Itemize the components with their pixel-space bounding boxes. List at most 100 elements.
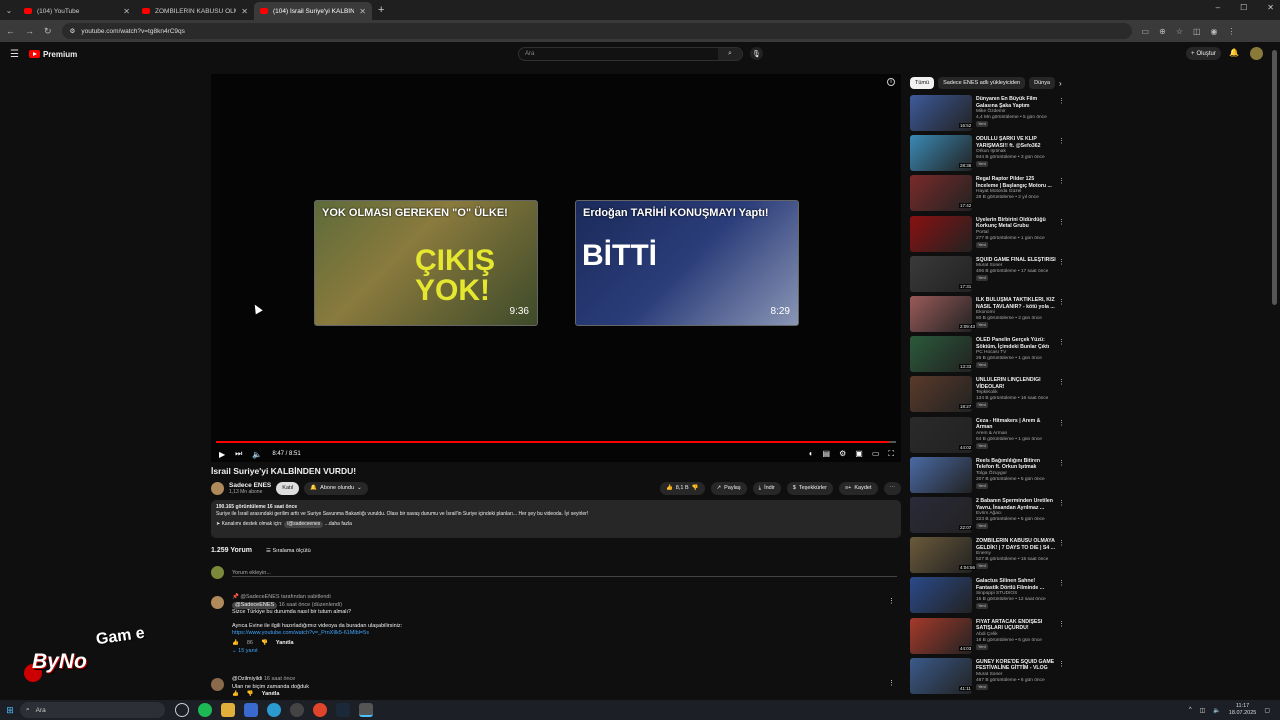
reply-button[interactable]: Yanıtla xyxy=(262,691,280,699)
subtitles-icon[interactable]: ▤ xyxy=(823,449,831,459)
channel-name[interactable]: Sadece ENES xyxy=(229,482,271,489)
bookmark-star-icon[interactable]: ☆ xyxy=(1176,27,1183,36)
related-video-item[interactable]: 16:52 Dünyanın En Büyük Film Galasına Şak… xyxy=(910,95,1065,133)
tray-chevron-icon[interactable]: ^ xyxy=(1189,707,1192,713)
video-menu-icon[interactable]: ⋮ xyxy=(1058,378,1065,386)
search-icon[interactable]: ⌕ xyxy=(718,48,742,60)
store-icon[interactable] xyxy=(244,703,258,717)
video-title[interactable]: FİYAT ARTACAK ENDİŞESİ SATIŞLARI UÇURDU!… xyxy=(976,619,1056,632)
autoplay-toggle[interactable]: ◐ xyxy=(809,449,814,459)
video-title[interactable]: Regal Raptor Pilder 125 İnceleme | Başla… xyxy=(976,176,1056,189)
video-menu-icon[interactable]: ⋮ xyxy=(1058,620,1065,628)
sort-button[interactable]: ☰ Sıralama ölçütü xyxy=(266,548,311,554)
video-menu-icon[interactable]: ⋮ xyxy=(1058,660,1065,668)
next-icon[interactable]: ⏭ xyxy=(235,449,242,459)
endcard-video[interactable]: ÇIKIŞ YOK! YOK OLMASI GEREKEN "O" ÜLKE! 9… xyxy=(314,200,538,326)
close-window-icon[interactable]: ✕ xyxy=(1267,3,1274,12)
video-menu-icon[interactable]: ⋮ xyxy=(1058,419,1065,427)
replies-toggle[interactable]: ⌄ 15 yanıt xyxy=(232,648,872,656)
video-title[interactable]: ÖDÜLLÜ ŞARKI VE KLİP YARIŞMASI!! ft. @Se… xyxy=(976,136,1056,149)
notification-icon[interactable]: ▢ xyxy=(1264,707,1270,714)
video-title[interactable]: İLK BULUŞMA TAKTİKLERİ, KIZ NASIL TAVLAN… xyxy=(976,297,1056,310)
task-view-icon[interactable] xyxy=(175,703,189,717)
video-thumbnail[interactable] xyxy=(910,456,972,493)
video-title[interactable]: OLED Panelin Gerçek Yüzü: Söktüm, İçimde… xyxy=(976,337,1056,350)
like-button[interactable]: 👍 8,1 B 👎 xyxy=(659,481,705,495)
mic-icon[interactable]: 🎙 xyxy=(750,47,763,60)
video-menu-icon[interactable]: ⋮ xyxy=(1058,258,1065,266)
browser-tab-active[interactable]: (104) İsrail Suriye'yi KALBİNDEN ✕ xyxy=(254,2,372,20)
related-video-item[interactable]: 28:36 ÖDÜLLÜ ŞARKI VE KLİP YARIŞMASI!! ft… xyxy=(910,135,1065,173)
comment-author[interactable]: @Ozilmiyildi xyxy=(232,676,262,682)
thumbs-up-icon[interactable]: 👍 xyxy=(232,640,239,648)
comment-link[interactable]: https://www.youtube.com/watch?v=_PrnXIlk… xyxy=(232,630,872,638)
browser-tab[interactable]: (104) YouTube ✕ xyxy=(18,2,136,20)
video-title[interactable]: 2 Babanın Sperminden Üretilen Yavru, İns… xyxy=(976,498,1056,511)
windows-start-icon[interactable]: ⊞ xyxy=(0,705,20,716)
related-video-item[interactable]: 22:07 2 Babanın Sperminden Üretilen Yavru… xyxy=(910,497,1065,535)
related-video-item[interactable]: 13:33 OLED Panelin Gerçek Yüzü: Söktüm, İ… xyxy=(910,336,1065,374)
video-title[interactable]: Reels Bağımlılığını Bitiren Telefon ft. … xyxy=(976,458,1056,471)
chevron-right-icon[interactable]: › xyxy=(1059,79,1062,88)
more-actions-button[interactable]: ⋯ xyxy=(883,481,901,495)
thanks-button[interactable]: $ Teşekkürler xyxy=(786,481,833,495)
profile-icon[interactable]: ◉ xyxy=(1211,27,1218,36)
thumbs-down-icon[interactable]: 👎 xyxy=(692,485,699,491)
spotify-icon[interactable] xyxy=(198,703,212,717)
video-title[interactable]: ZOMBİLERİN KABUSU OLMAYA GELDİK! | 7 DAY… xyxy=(976,538,1056,551)
info-icon[interactable]: i xyxy=(887,78,895,86)
site-info-icon[interactable]: ⚙ xyxy=(70,27,76,35)
menu-icon[interactable]: ⋮ xyxy=(1228,27,1236,36)
video-menu-icon[interactable]: ⋮ xyxy=(1058,137,1065,145)
thumbs-up-icon[interactable]: 👍 xyxy=(232,691,239,699)
video-thumbnail[interactable] xyxy=(910,577,972,614)
volume-icon[interactable]: 🔈 xyxy=(252,450,262,459)
video-title[interactable]: ÜNLÜLERİN LİNÇLENDİĞİ VİDEOLAR! xyxy=(976,377,1056,390)
play-icon[interactable]: ▶ xyxy=(219,450,225,459)
back-icon[interactable]: ← xyxy=(6,26,15,36)
settings-gear-icon[interactable]: ⚙ xyxy=(839,449,846,459)
channel-avatar[interactable] xyxy=(211,481,224,495)
description-box[interactable]: 190.165 görüntüleme 16 saat önce Suriye … xyxy=(211,500,901,538)
video-title[interactable]: Ceza - Hitmakers | Arem & Arman xyxy=(976,418,1056,431)
related-video-item[interactable]: 44:03 FİYAT ARTACAK ENDİŞESİ SATIŞLARI UÇ… xyxy=(910,617,1065,656)
video-player[interactable]: i ÇIKIŞ YOK! YOK OLMASI GEREKEN "O" ÜLKE!… xyxy=(211,74,901,462)
video-title[interactable]: Üyelerin Birbirini Öldürdüğü Korkunç Met… xyxy=(976,217,1056,230)
steam-icon[interactable] xyxy=(336,703,350,717)
description-more-link[interactable]: ...daha fazla xyxy=(325,521,352,527)
comment-menu-icon[interactable]: ⋮ xyxy=(888,680,895,688)
thumbs-down-icon[interactable]: 👎 xyxy=(247,691,254,699)
comment-menu-icon[interactable]: ⋮ xyxy=(888,598,895,606)
close-tab-icon[interactable]: ✕ xyxy=(241,7,248,16)
video-menu-icon[interactable]: ⋮ xyxy=(1058,539,1065,547)
chip-all[interactable]: Tümü xyxy=(910,77,935,89)
page-scrollbar[interactable] xyxy=(1272,50,1277,305)
notification-bell-icon[interactable]: 🔔 xyxy=(1229,48,1239,57)
related-video-item[interactable]: 4:04:56 ZOMBİLERİN KABUSU OLMAYA GELDİK! … xyxy=(910,537,1065,575)
miniplayer-icon[interactable]: ▣ xyxy=(855,449,863,459)
edge-icon[interactable] xyxy=(267,703,281,717)
add-comment-input[interactable]: Yorum ekleyin... xyxy=(232,570,271,576)
tab-search-icon[interactable]: ⌄ xyxy=(0,0,18,20)
subscribed-button[interactable]: 🔔 Abone olundu ⌄ xyxy=(304,481,368,495)
save-button[interactable]: ≡+ Kaydet xyxy=(838,481,878,495)
related-video-item[interactable]: Üyelerin Birbirini Öldürdüğü Korkunç Met… xyxy=(910,215,1065,254)
download-button[interactable]: ⤓ İndir xyxy=(752,481,781,495)
account-avatar[interactable] xyxy=(1250,47,1263,60)
app-icon[interactable] xyxy=(290,703,304,717)
browser-active-icon[interactable] xyxy=(359,703,373,717)
progress-bar[interactable] xyxy=(216,441,896,443)
maximize-icon[interactable]: ☐ xyxy=(1240,3,1247,12)
video-menu-icon[interactable]: ⋮ xyxy=(1058,338,1065,346)
hamburger-menu-icon[interactable]: ☰ xyxy=(10,49,19,60)
clock[interactable]: 11:17 18.07.2025 xyxy=(1229,703,1257,717)
close-tab-icon[interactable]: ✕ xyxy=(123,7,130,16)
reload-icon[interactable]: ↻ xyxy=(44,26,52,37)
video-title[interactable]: Dünyanın En Büyük Film Galasına Şaka Yap… xyxy=(976,96,1056,109)
comment-author[interactable]: @SadeceENES xyxy=(232,601,278,609)
related-video-item[interactable]: 41:11 GÜNEY KORE'DE SQUID GAME FESTİVALİN… xyxy=(910,657,1065,696)
video-title[interactable]: GÜNEY KORE'DE SQUID GAME FESTİVALİNE GİT… xyxy=(976,659,1056,672)
related-video-item[interactable]: Galactus Silinen Sahne! Fantastik Dörtlü… xyxy=(910,577,1065,615)
video-menu-icon[interactable]: ⋮ xyxy=(1058,177,1065,185)
extensions-icon[interactable]: ◫ xyxy=(1193,27,1201,36)
